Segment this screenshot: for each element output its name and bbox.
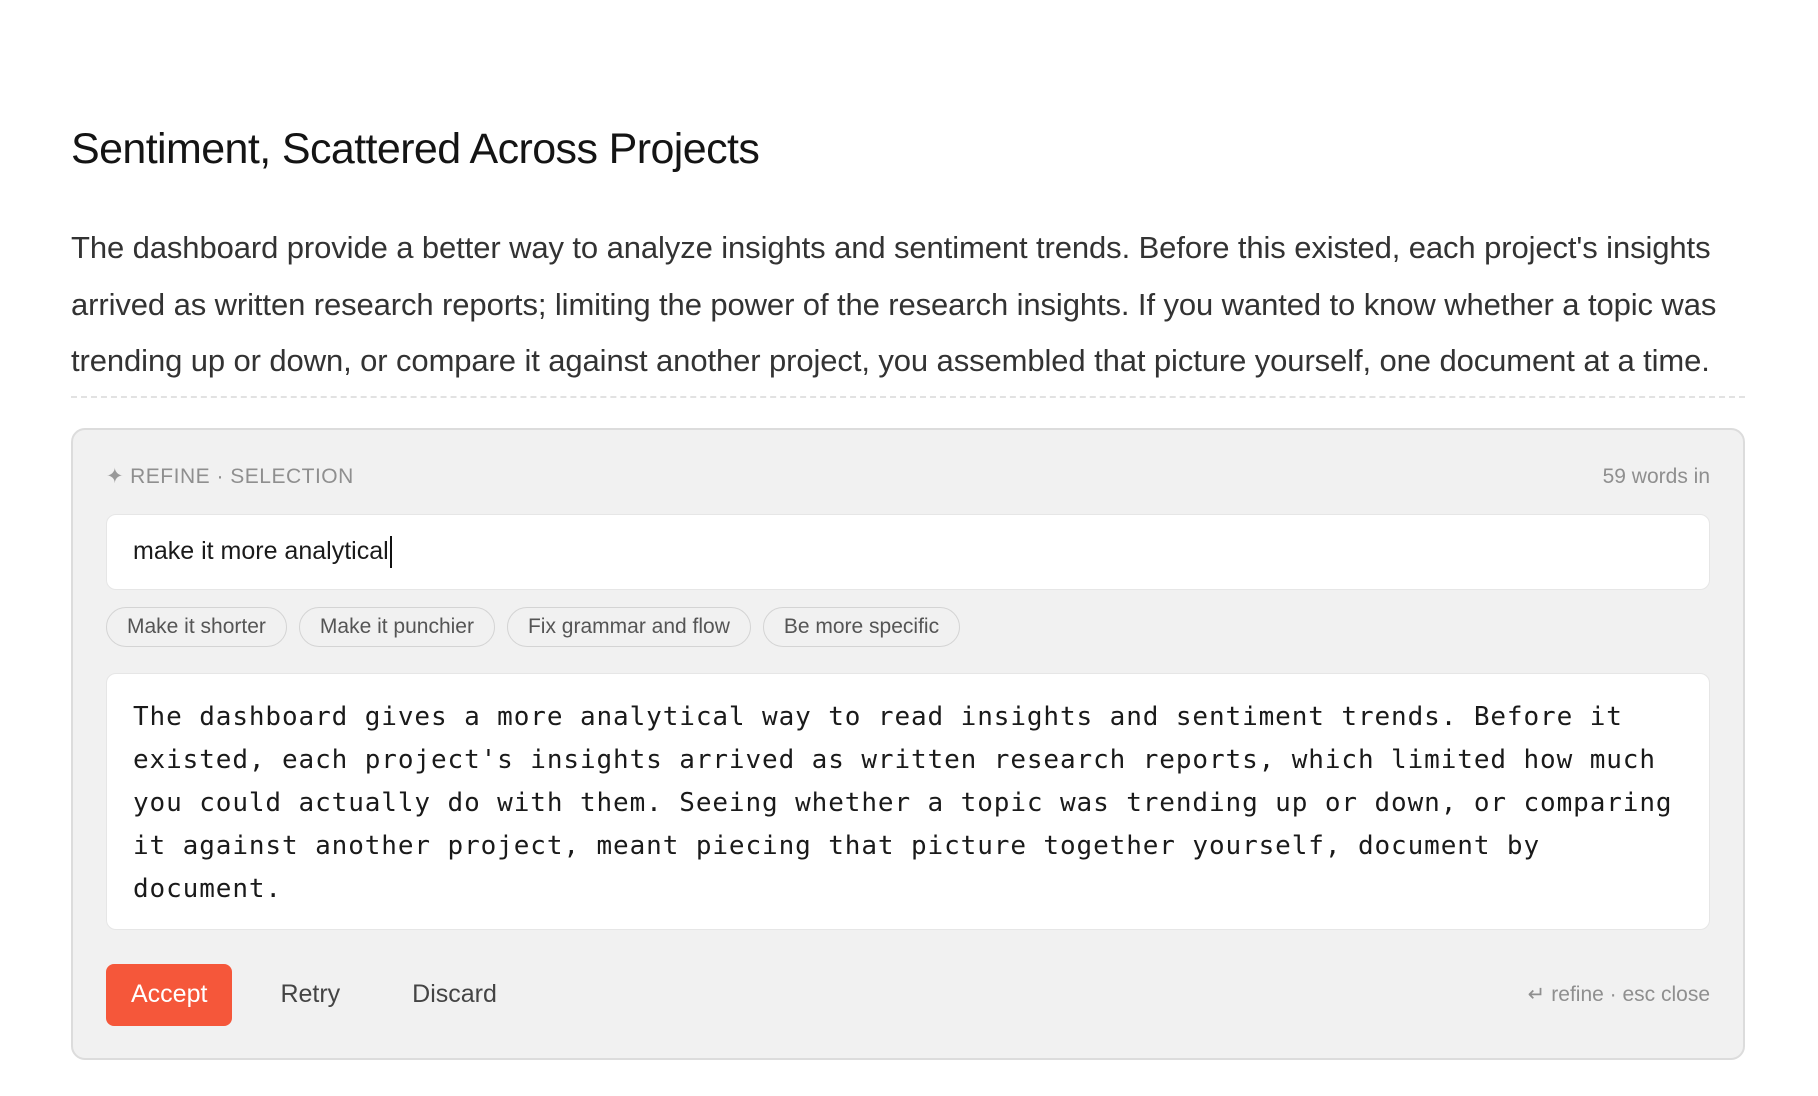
suggestion-chips: Make it shorter Make it punchier Fix gra… [106,606,1710,647]
refine-panel-header: ✦ REFINE · SELECTION 59 words in [106,460,1710,494]
refine-actions: Accept Retry Discard ↵ refine · esc clos… [106,963,1710,1026]
refine-header-label: REFINE · SELECTION [130,464,354,488]
selection-divider [71,395,1745,398]
refine-instruction-value[interactable]: make it more analytical [133,537,389,566]
retry-button[interactable]: Retry [280,980,340,1009]
keyboard-hint-label: refine · esc close [1551,982,1710,1006]
chip-make-it-punchier[interactable]: Make it punchier [298,606,495,647]
refine-panel: ✦ REFINE · SELECTION 59 words in make it… [71,427,1745,1060]
chip-be-more-specific[interactable]: Be more specific [762,606,961,647]
keyboard-hint: ↵ refine · esc close [1528,982,1710,1007]
accept-button[interactable]: Accept [106,963,233,1026]
selected-paragraph[interactable]: The dashboard provide a better way to an… [71,220,1745,390]
document-page: Sentiment, Scattered Across Projects The… [71,116,1745,1060]
page-title: Sentiment, Scattered Across Projects [71,125,760,173]
refined-result-text: The dashboard gives a more analytical wa… [106,672,1710,930]
refine-header-left: ✦ REFINE · SELECTION [106,464,354,489]
chip-fix-grammar-and-flow[interactable]: Fix grammar and flow [506,606,751,647]
chip-make-it-shorter[interactable]: Make it shorter [106,606,287,647]
discard-button[interactable]: Discard [412,980,497,1009]
word-count: 59 words in [1602,464,1710,488]
enter-icon: ↵ [1527,983,1546,1006]
refine-instruction-input[interactable]: make it more analytical [106,513,1710,590]
sparkle-icon: ✦ [106,465,125,488]
text-caret [389,535,392,568]
